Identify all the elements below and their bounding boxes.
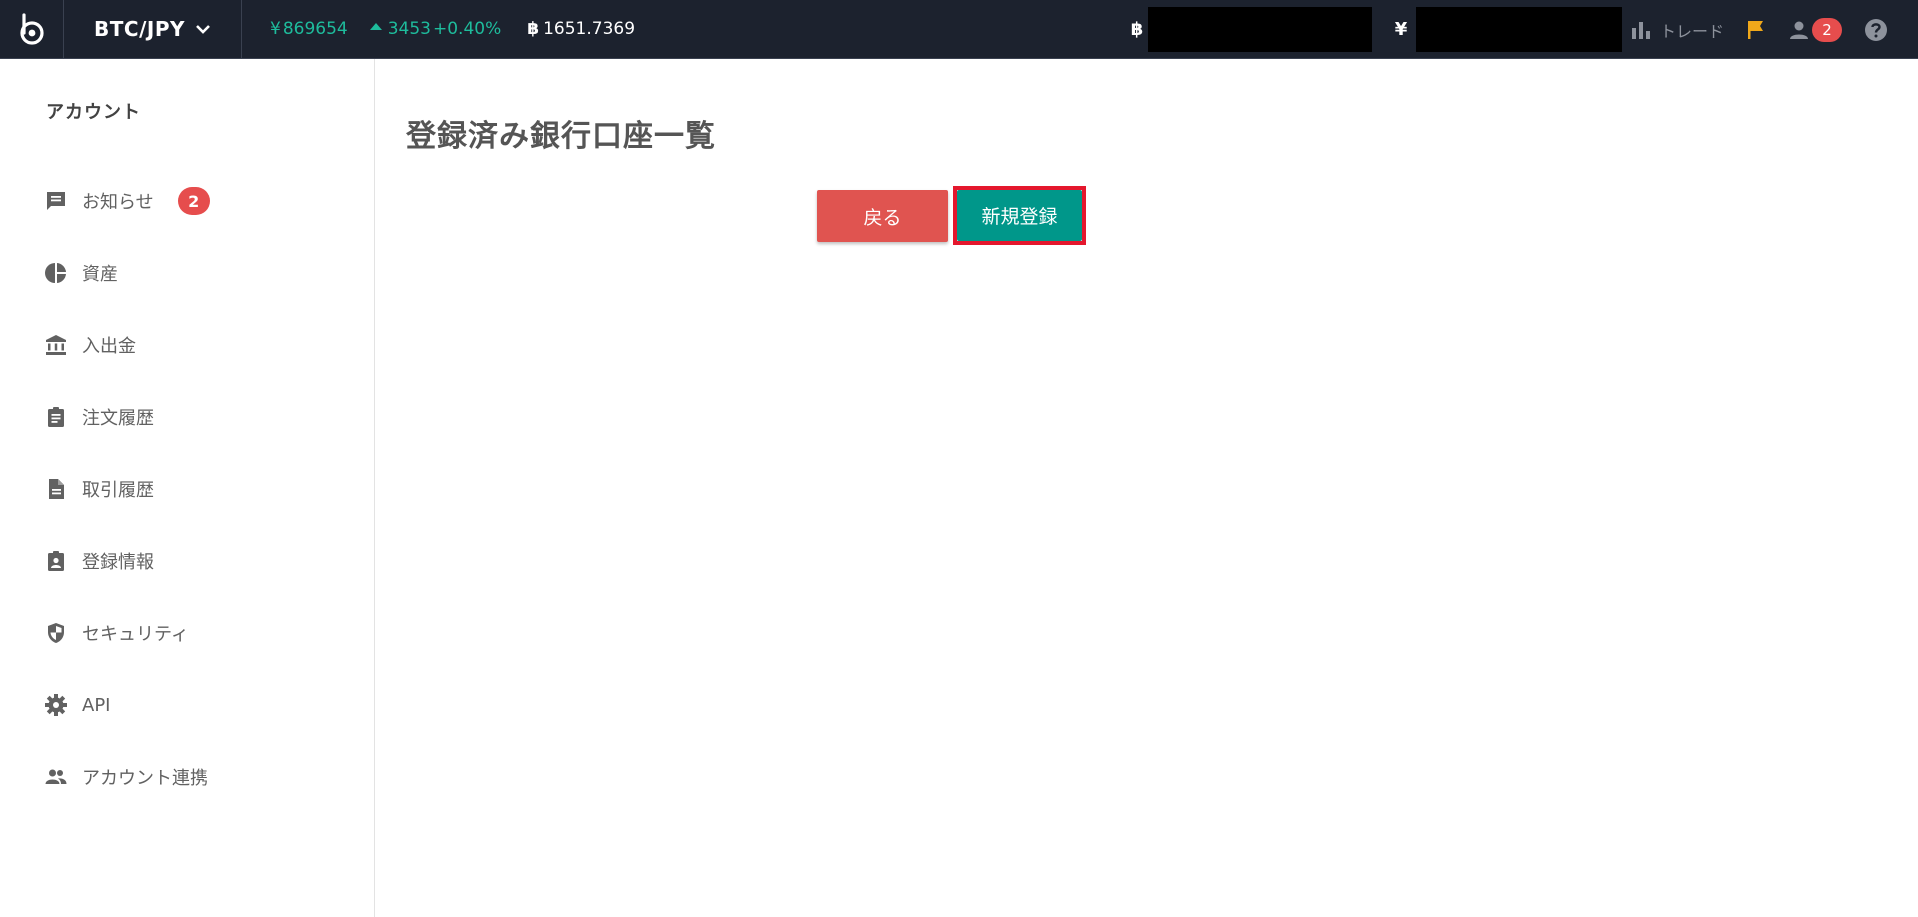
bitbank-logo-icon bbox=[19, 13, 44, 45]
balance-btc: ฿ bbox=[1128, 7, 1372, 52]
sidebar-item-label: 資産 bbox=[82, 264, 118, 285]
volume: ฿ 1651.7369 bbox=[527, 19, 635, 39]
sidebar-item-notifications[interactable]: お知らせ 2 bbox=[44, 165, 354, 237]
user-menu[interactable]: 2 bbox=[1788, 17, 1843, 42]
sidebar-item-label: 注文履歴 bbox=[82, 408, 154, 429]
document-icon bbox=[49, 479, 64, 499]
gear-icon bbox=[45, 694, 67, 716]
sidebar-item-label: アカウント連携 bbox=[82, 768, 208, 789]
logo[interactable] bbox=[0, 0, 64, 59]
trade-label: トレード bbox=[1660, 21, 1725, 41]
yen-symbol: ¥ bbox=[270, 19, 281, 39]
sidebar-nav: お知らせ 2 資産 入出金 注文履歴 取引履歴 登録情報 セキュリティ API … bbox=[44, 165, 354, 813]
bank-icon bbox=[46, 335, 66, 355]
sidebar-item-api[interactable]: API bbox=[44, 669, 354, 741]
redacted-balance bbox=[1416, 7, 1622, 52]
volume-value: 1651.7369 bbox=[543, 19, 636, 39]
clipboard-icon bbox=[48, 407, 64, 427]
flag-button[interactable] bbox=[1746, 19, 1766, 41]
shield-icon bbox=[48, 623, 64, 643]
sidebar-item-security[interactable]: セキュリティ bbox=[44, 597, 354, 669]
sidebar-item-label: API bbox=[82, 694, 111, 716]
sidebar-item-order-history[interactable]: 注文履歴 bbox=[44, 381, 354, 453]
back-button[interactable]: 戻る bbox=[817, 190, 948, 242]
chevron-down-icon bbox=[196, 25, 210, 34]
price-change: 3453 +0.40% bbox=[369, 19, 502, 39]
arrow-up-icon bbox=[369, 22, 382, 30]
price-value: 869654 bbox=[282, 19, 348, 39]
ticker: ¥ 869654 3453 +0.40% ฿ 1651.7369 bbox=[242, 0, 635, 59]
redacted-balance bbox=[1148, 7, 1372, 52]
pie-chart-icon bbox=[45, 263, 66, 283]
trade-link[interactable]: トレード bbox=[1630, 18, 1724, 42]
last-price: ¥ 869654 bbox=[270, 19, 348, 39]
sidebar-item-label: お知らせ bbox=[82, 192, 154, 213]
sidebar-item-registration-info[interactable]: 登録情報 bbox=[44, 525, 354, 597]
flag-icon bbox=[1748, 20, 1764, 39]
notification-badge: 2 bbox=[1812, 17, 1843, 42]
sidebar-item-account-link[interactable]: アカウント連携 bbox=[44, 741, 354, 813]
pair-label: BTC/JPY bbox=[94, 17, 185, 41]
people-icon bbox=[45, 769, 67, 784]
highlight-box: 新規登録 bbox=[953, 186, 1086, 245]
sidebar-item-label: 登録情報 bbox=[82, 552, 154, 573]
sidebar: アカウント お知らせ 2 資産 入出金 注文履歴 取引履歴 登録情報 セキュリテ… bbox=[0, 59, 375, 917]
top-bar: BTC/JPY ¥ 869654 3453 +0.40% ฿ 1651.7369… bbox=[0, 0, 1918, 59]
balance-jpy: ¥ bbox=[1392, 7, 1622, 52]
notification-badge: 2 bbox=[177, 187, 210, 215]
sidebar-item-deposit-withdraw[interactable]: 入出金 bbox=[44, 309, 354, 381]
sidebar-item-label: セキュリティ bbox=[82, 624, 189, 645]
change-pct: +0.40% bbox=[433, 19, 502, 39]
help-button[interactable] bbox=[1864, 18, 1888, 42]
bitcoin-symbol: ฿ bbox=[527, 19, 540, 39]
sidebar-title: アカウント bbox=[46, 102, 141, 123]
message-icon bbox=[47, 192, 65, 210]
new-registration-button[interactable]: 新規登録 bbox=[957, 190, 1082, 241]
balances: ฿ ¥ bbox=[1128, 0, 1622, 59]
bitcoin-symbol: ฿ bbox=[1130, 19, 1144, 40]
help-icon bbox=[1865, 18, 1888, 41]
change-abs: 3453 bbox=[387, 19, 431, 39]
page-title: 登録済み銀行口座一覧 bbox=[406, 119, 716, 154]
main-content: 登録済み銀行口座一覧 戻る 新規登録 bbox=[376, 59, 1918, 917]
user-icon bbox=[1790, 21, 1809, 39]
bar-chart-icon bbox=[1632, 21, 1650, 39]
sidebar-item-label: 取引履歴 bbox=[82, 480, 154, 501]
pair-selector[interactable]: BTC/JPY bbox=[64, 0, 242, 59]
yen-symbol: ¥ bbox=[1394, 19, 1408, 40]
sidebar-item-assets[interactable]: 資産 bbox=[44, 237, 354, 309]
id-badge-icon bbox=[48, 551, 64, 571]
top-right-actions: トレード 2 bbox=[1630, 0, 1888, 59]
sidebar-item-label: 入出金 bbox=[82, 336, 136, 357]
sidebar-item-trade-history[interactable]: 取引履歴 bbox=[44, 453, 354, 525]
